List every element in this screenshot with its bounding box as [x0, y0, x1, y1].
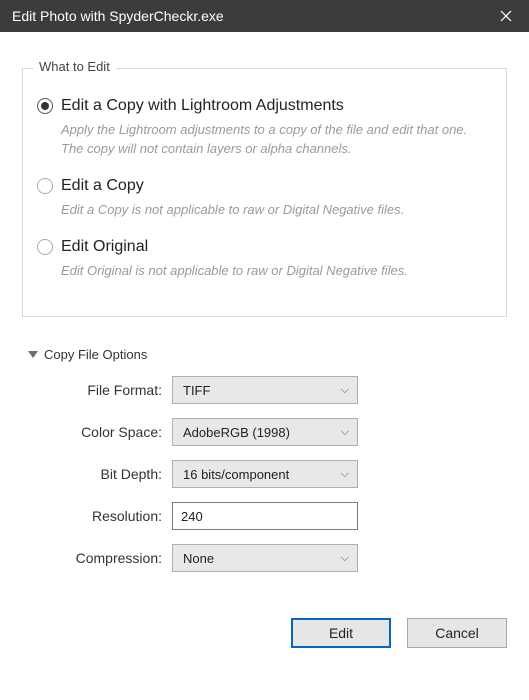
color-space-select[interactable]: AdobeRGB (1998) ⌵	[172, 418, 358, 446]
radio-icon	[37, 239, 53, 255]
copy-file-options-label: Copy File Options	[44, 347, 147, 362]
bit-depth-row: Bit Depth: 16 bits/component ⌵	[22, 460, 507, 488]
file-format-label: File Format:	[22, 382, 172, 398]
what-to-edit-legend: What to Edit	[33, 59, 116, 74]
resolution-row: Resolution:	[22, 502, 507, 530]
radio-description: Apply the Lightroom adjustments to a cop…	[61, 121, 492, 159]
select-value: 16 bits/component	[183, 467, 289, 482]
radio-icon	[37, 178, 53, 194]
close-button[interactable]	[483, 0, 529, 32]
resolution-label: Resolution:	[22, 508, 172, 524]
radio-label: Edit Original	[61, 238, 148, 256]
chevron-down-icon: ⌵	[341, 384, 349, 397]
chevron-down-icon: ⌵	[341, 552, 349, 565]
file-format-row: File Format: TIFF ⌵	[22, 376, 507, 404]
window-title: Edit Photo with SpyderCheckr.exe	[12, 8, 224, 24]
titlebar: Edit Photo with SpyderCheckr.exe	[0, 0, 529, 32]
dialog-buttons: Edit Cancel	[0, 586, 529, 648]
radio-edit-original[interactable]: Edit Original	[37, 238, 492, 256]
what-to-edit-group: What to Edit Edit a Copy with Lightroom …	[22, 68, 507, 317]
select-value: None	[183, 551, 214, 566]
radio-label: Edit a Copy	[61, 177, 144, 195]
disclosure-triangle-icon	[28, 351, 38, 358]
compression-select[interactable]: None ⌵	[172, 544, 358, 572]
color-space-row: Color Space: AdobeRGB (1998) ⌵	[22, 418, 507, 446]
radio-edit-copy-with-adjustments[interactable]: Edit a Copy with Lightroom Adjustments	[37, 97, 492, 115]
file-format-select[interactable]: TIFF ⌵	[172, 376, 358, 404]
close-icon	[500, 10, 512, 22]
radio-description: Edit a Copy is not applicable to raw or …	[61, 201, 492, 220]
copy-file-options-header[interactable]: Copy File Options	[28, 347, 507, 362]
dialog-content: What to Edit Edit a Copy with Lightroom …	[0, 32, 529, 572]
chevron-down-icon: ⌵	[341, 426, 349, 439]
compression-row: Compression: None ⌵	[22, 544, 507, 572]
cancel-button[interactable]: Cancel	[407, 618, 507, 648]
resolution-input[interactable]	[172, 502, 358, 530]
radio-description: Edit Original is not applicable to raw o…	[61, 262, 492, 281]
select-value: AdobeRGB (1998)	[183, 425, 290, 440]
bit-depth-select[interactable]: 16 bits/component ⌵	[172, 460, 358, 488]
select-value: TIFF	[183, 383, 210, 398]
radio-group: Edit a Copy with Lightroom Adjustments A…	[37, 97, 492, 280]
edit-button[interactable]: Edit	[291, 618, 391, 648]
radio-label: Edit a Copy with Lightroom Adjustments	[61, 97, 344, 115]
compression-label: Compression:	[22, 550, 172, 566]
color-space-label: Color Space:	[22, 424, 172, 440]
radio-icon	[37, 98, 53, 114]
radio-edit-copy[interactable]: Edit a Copy	[37, 177, 492, 195]
bit-depth-label: Bit Depth:	[22, 466, 172, 482]
chevron-down-icon: ⌵	[341, 468, 349, 481]
